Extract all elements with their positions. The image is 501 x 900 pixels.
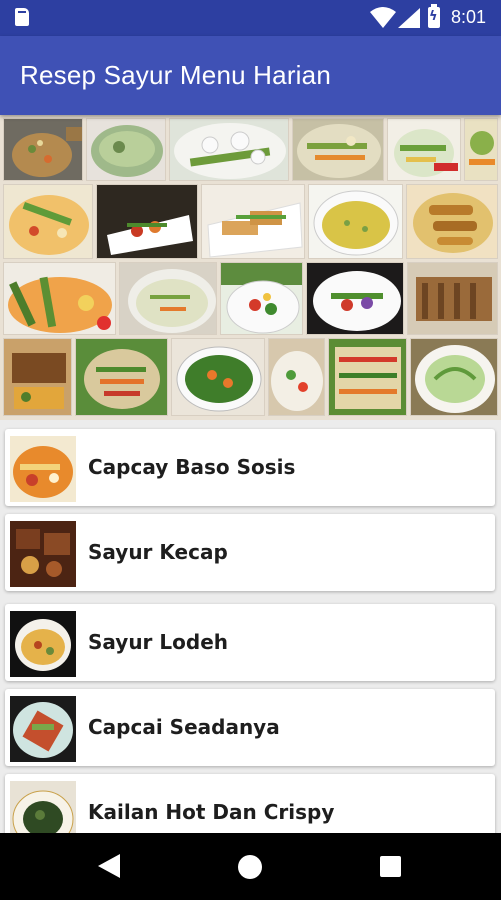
home-icon[interactable] (238, 855, 262, 879)
collage-photo (407, 262, 498, 335)
status-clock: 8:01 (451, 7, 487, 27)
collage-photo (220, 262, 303, 335)
status-bar: 8:01 (0, 0, 501, 36)
recipe-thumbnail (10, 521, 76, 587)
collage-photo (119, 262, 217, 335)
collage-photo (3, 262, 116, 335)
recipe-name: Sayur Kecap (88, 540, 228, 564)
recipe-thumbnail (10, 611, 76, 677)
recipe-name: Kailan Hot Dan Crispy (88, 800, 335, 824)
recents-icon[interactable] (380, 856, 401, 877)
collage-photo (308, 184, 403, 259)
system-nav-bar (0, 833, 501, 900)
signal-icon (398, 8, 420, 28)
collage-photo (3, 118, 83, 181)
recipe-list[interactable]: Capcay Baso Sosis Sayur Kecap Sayur Lode… (0, 420, 501, 833)
recipe-name: Sayur Lodeh (88, 630, 228, 654)
battery-icon (428, 4, 440, 28)
collage-photo (171, 338, 265, 416)
collage-photo (3, 184, 93, 259)
collage-photo (387, 118, 461, 181)
collage-photo (328, 338, 407, 416)
recipe-card[interactable]: Kailan Hot Dan Crispy (5, 774, 495, 833)
recipe-card[interactable]: Capcai Seadanya (5, 689, 495, 766)
recipe-name: Capcai Seadanya (88, 715, 280, 739)
collage-photo (201, 184, 305, 259)
recipe-thumbnail (10, 436, 76, 502)
app-title: Resep Sayur Menu Harian (20, 60, 331, 90)
recipe-thumbnail (10, 781, 76, 833)
food-collage-banner (0, 115, 501, 420)
back-icon[interactable] (98, 854, 120, 878)
recipe-card[interactable]: Sayur Lodeh (5, 604, 495, 681)
recipe-card[interactable]: Capcay Baso Sosis (5, 429, 495, 506)
collage-photo (268, 338, 325, 416)
collage-photo (306, 262, 404, 335)
sd-card-icon (15, 8, 29, 26)
recipe-card[interactable]: Sayur Kecap (5, 514, 495, 591)
collage-photo (410, 338, 498, 416)
collage-photo (75, 338, 168, 416)
collage-photo (292, 118, 384, 181)
recipe-thumbnail (10, 696, 76, 762)
collage-photo (406, 184, 498, 259)
collage-photo (96, 184, 198, 259)
recipe-name: Capcay Baso Sosis (88, 455, 296, 479)
wifi-icon (370, 7, 396, 28)
collage-photo (86, 118, 166, 181)
collage-photo (169, 118, 289, 181)
collage-photo (3, 338, 72, 416)
app-bar: Resep Sayur Menu Harian (0, 36, 501, 115)
collage-photo (464, 118, 498, 181)
